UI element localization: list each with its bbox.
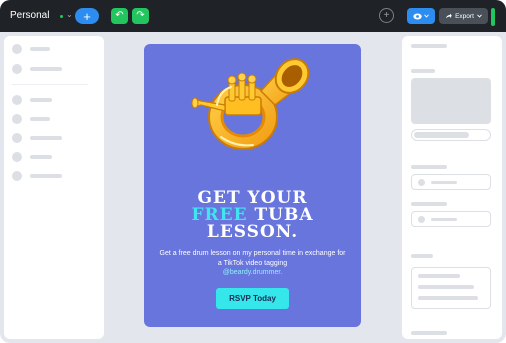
sidebar-item-icon xyxy=(12,133,22,143)
image-preview-placeholder[interactable] xyxy=(411,78,491,124)
undo-button[interactable]: ↶ xyxy=(111,8,128,24)
field-value-placeholder xyxy=(431,218,457,221)
sidebar-item-icon xyxy=(12,44,22,54)
sidebar-item-label xyxy=(30,98,52,102)
sidebar-item[interactable] xyxy=(12,133,62,143)
card-line-placeholder xyxy=(418,296,478,300)
sidebar-item[interactable] xyxy=(12,64,62,74)
social-handle: @beardy.drummer. xyxy=(222,269,283,276)
card-line-placeholder xyxy=(418,274,460,278)
poster-design[interactable]: GET YOUR FREE TUBA LESSON. Get a free dr… xyxy=(144,44,361,327)
headline-line-3: LESSON. xyxy=(206,222,299,242)
right-properties-panel xyxy=(402,36,502,339)
chevron-down-icon[interactable]: ⌄ xyxy=(66,10,73,19)
slider-track[interactable] xyxy=(411,129,491,141)
card-line-placeholder xyxy=(418,285,474,289)
section-label-placeholder xyxy=(411,331,447,335)
section-label-placeholder xyxy=(411,69,435,73)
sidebar-item-icon xyxy=(12,152,22,162)
sidebar-item-label xyxy=(30,136,62,140)
section-label-placeholder xyxy=(411,202,447,206)
export-label: Export xyxy=(455,12,474,20)
section-label-placeholder xyxy=(411,165,447,169)
field-icon xyxy=(418,179,425,186)
sidebar-item-label xyxy=(30,155,52,159)
section-label-placeholder xyxy=(411,254,433,258)
sidebar-divider xyxy=(12,84,88,85)
top-toolbar: Personal ⌄ + ↶ ↷ + Export xyxy=(0,0,506,32)
preview-button[interactable] xyxy=(407,8,435,24)
left-sidebar xyxy=(4,36,104,339)
sidebar-item[interactable] xyxy=(12,114,50,124)
sidebar-item-label xyxy=(30,117,50,121)
sidebar-item-icon xyxy=(12,114,22,124)
input-field[interactable] xyxy=(411,211,491,227)
workspace-name[interactable]: Personal xyxy=(10,10,49,21)
sidebar-item-label xyxy=(30,47,50,51)
sidebar-item-label xyxy=(30,67,62,71)
sidebar-item[interactable] xyxy=(12,171,62,181)
poster-body-text: Get a free drum lesson on my personal ti… xyxy=(159,250,346,267)
eye-icon xyxy=(413,13,422,19)
field-value-placeholder xyxy=(431,181,457,184)
rsvp-button[interactable]: RSVP Today xyxy=(216,288,289,309)
sidebar-item-icon xyxy=(12,171,22,181)
sidebar-item-icon xyxy=(12,64,22,74)
field-icon xyxy=(418,216,425,223)
sidebar-item[interactable] xyxy=(12,44,50,54)
sidebar-item-icon xyxy=(12,95,22,105)
sidebar-item[interactable] xyxy=(12,95,52,105)
slider-fill xyxy=(414,132,469,138)
editor-window: Personal ⌄ + ↶ ↷ + Export GET YOUR FREE … xyxy=(0,0,506,343)
online-status-dot xyxy=(60,15,63,18)
status-indicator xyxy=(491,8,495,26)
input-field[interactable] xyxy=(411,174,491,190)
sidebar-item[interactable] xyxy=(12,152,52,162)
add-element-button[interactable]: + xyxy=(379,8,394,23)
settings-card[interactable] xyxy=(411,267,491,309)
export-button[interactable]: Export xyxy=(439,8,488,24)
tuba-illustration xyxy=(191,58,310,150)
chevron-down-icon xyxy=(477,14,482,18)
redo-button[interactable]: ↷ xyxy=(132,8,149,24)
add-button[interactable]: + xyxy=(75,8,99,24)
share-icon xyxy=(446,13,452,19)
panel-heading-placeholder xyxy=(411,44,447,48)
chevron-down-icon xyxy=(424,14,429,18)
sidebar-item-label xyxy=(30,174,62,178)
